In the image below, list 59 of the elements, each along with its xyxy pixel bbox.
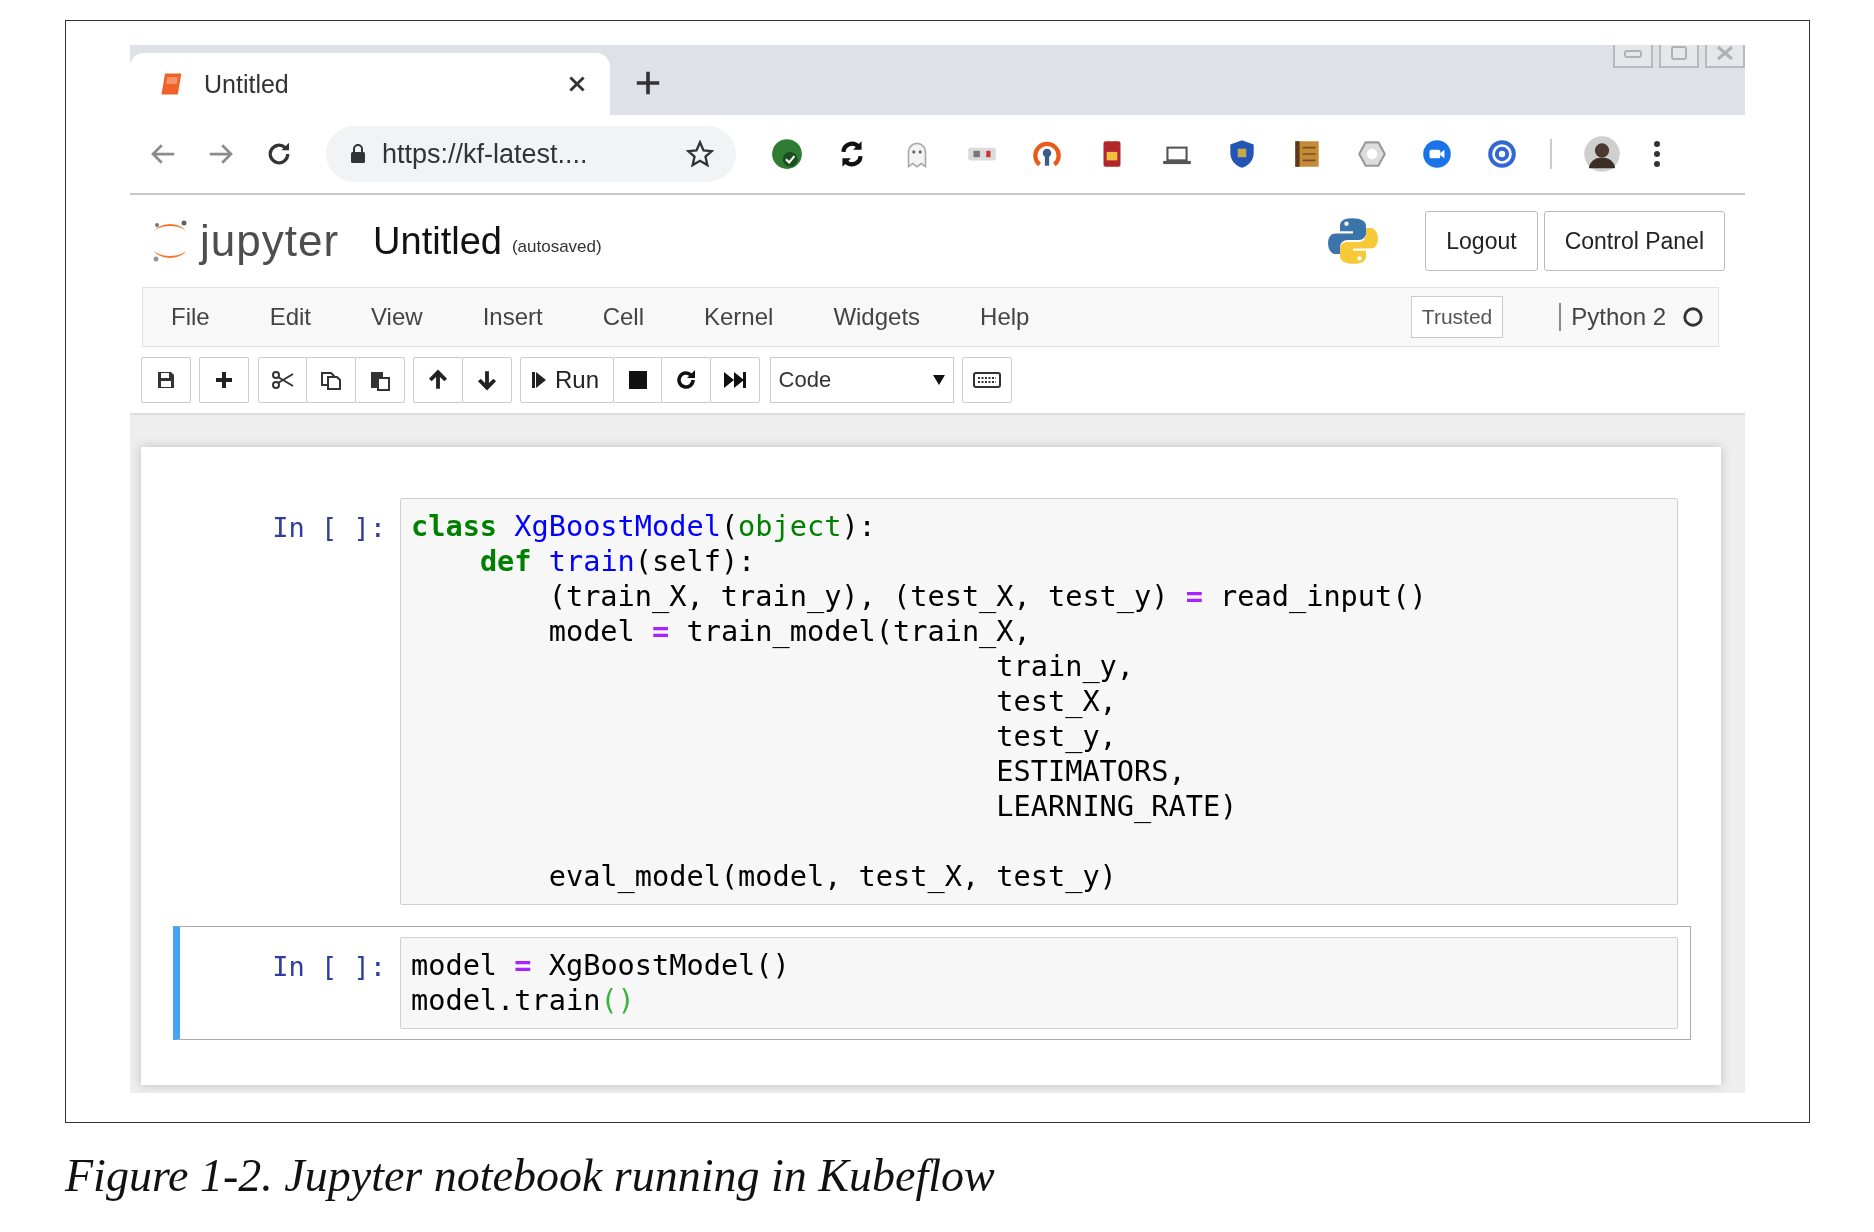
- menu-item[interactable]: File: [171, 303, 210, 331]
- restart-button[interactable]: [661, 357, 712, 403]
- save-status: (autosaved): [511, 237, 602, 257]
- run-button[interactable]: Run: [520, 357, 615, 403]
- clipboard-icon: [368, 369, 391, 391]
- code-input[interactable]: model = XgBoostModel() model.train(): [400, 937, 1678, 1029]
- star-icon[interactable]: [686, 140, 714, 168]
- address-bar[interactable]: https://kf-latest....: [326, 126, 736, 182]
- trusted-badge[interactable]: Trusted: [1410, 296, 1504, 338]
- cut-button[interactable]: [257, 357, 308, 403]
- arrow-down-icon: [475, 369, 498, 391]
- code-input[interactable]: class XgBoostModel(object): def train(self): (train_X, train_y), (test_X, test_y) = read_input() model = train_model(train_X, train_y, test_X, test_y, ESTIMATORS, LEARNING_RATE) eval_model(model, test_X, test_y): [400, 498, 1678, 905]
- menu-item[interactable]: Insert: [482, 303, 543, 331]
- move-up-button[interactable]: [413, 357, 463, 403]
- step-forward-icon: [531, 370, 547, 390]
- tab-title: Untitled: [204, 69, 290, 99]
- save-button[interactable]: [140, 357, 191, 403]
- save-icon: [155, 370, 176, 390]
- plus-icon[interactable]: [634, 69, 662, 97]
- notebook-title[interactable]: Untitled: [373, 219, 502, 263]
- fast-forward-button[interactable]: [709, 357, 760, 403]
- header-button[interactable]: Logout: [1425, 211, 1538, 271]
- keyboard-button[interactable]: [962, 357, 1013, 403]
- keyboard-icon: [973, 371, 1002, 389]
- fast-forward-icon: [722, 370, 747, 390]
- plus-icon: [214, 370, 234, 390]
- header-button[interactable]: Control Panel: [1543, 211, 1725, 271]
- close-icon[interactable]: [566, 73, 588, 95]
- video-camera-icon[interactable]: [1420, 137, 1454, 171]
- notebook-cell[interactable]: In [ ]: model = XgBoostModel() model.train(): [173, 926, 1691, 1040]
- input-prompt: In [ ]:: [272, 951, 386, 982]
- stop-icon: [627, 370, 648, 390]
- figure-caption: Figure 1-2. Jupyter notebook running in Kubeflow: [65, 1149, 996, 1202]
- more-icon[interactable]: [1652, 139, 1662, 169]
- menu-item[interactable]: Cell: [602, 303, 644, 331]
- menu-item[interactable]: Edit: [269, 303, 312, 331]
- avatar-icon[interactable]: [1583, 135, 1621, 173]
- kernel-name[interactable]: Python 2: [1559, 303, 1666, 331]
- menu-item[interactable]: Widgets: [833, 303, 921, 331]
- add-cell-button[interactable]: [199, 357, 249, 403]
- input-prompt: In [ ]:: [272, 512, 386, 543]
- lock-icon: [350, 144, 366, 164]
- paste-button[interactable]: [354, 357, 405, 403]
- menu-item[interactable]: View: [371, 303, 423, 331]
- logo-text[interactable]: jupyter: [200, 216, 340, 266]
- caret-icon: [932, 375, 945, 385]
- cell-type-select[interactable]: Code: [769, 357, 954, 403]
- target-icon[interactable]: [1485, 137, 1519, 171]
- scissors-icon: [270, 370, 295, 390]
- arrow-up-icon: [427, 369, 449, 391]
- python-logo-icon: [1327, 215, 1380, 267]
- stop-button[interactable]: [612, 357, 663, 403]
- check-circle-icon[interactable]: [770, 137, 804, 171]
- move-down-button[interactable]: [461, 357, 512, 403]
- menu-item[interactable]: Help: [980, 303, 1030, 331]
- browser-tab[interactable]: Untitled: [130, 53, 610, 115]
- menu-item[interactable]: Kernel: [704, 303, 774, 331]
- copy-icon: [320, 369, 342, 391]
- copy-button[interactable]: [306, 357, 356, 403]
